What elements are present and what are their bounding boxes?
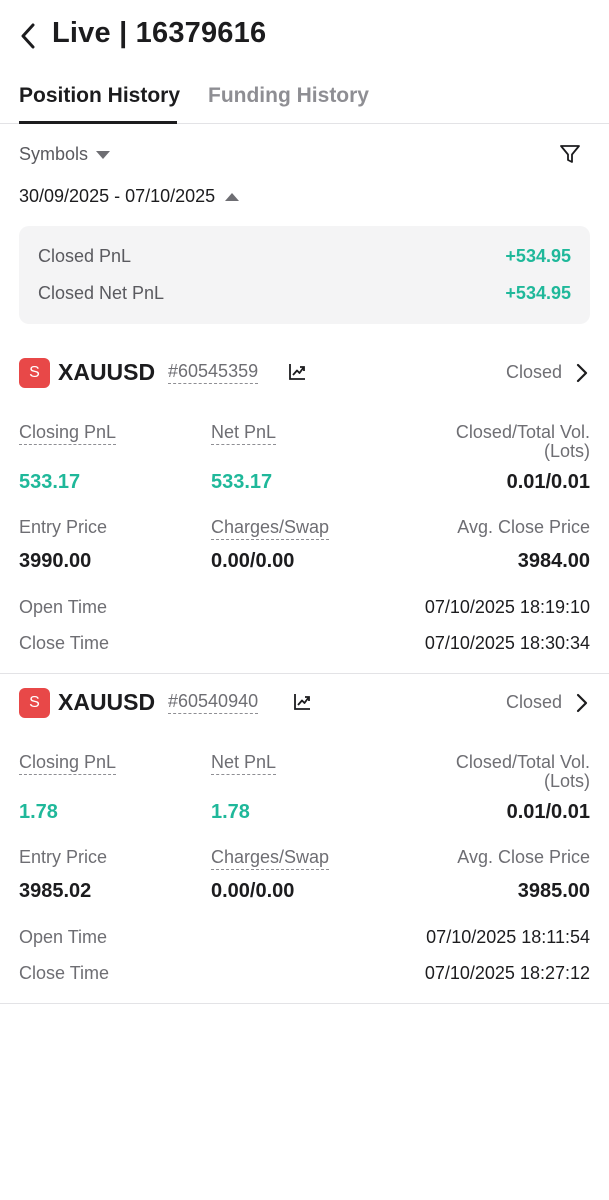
- charges-swap-value: 0.00/0.00: [211, 880, 295, 902]
- entry-price-value: 3990.00: [19, 550, 92, 572]
- details-button[interactable]: [574, 362, 590, 384]
- closing-pnl-value: 533.17: [19, 471, 81, 493]
- position-card-header: S XAUUSD #60545359 Closed: [19, 358, 590, 388]
- chart-icon: [294, 694, 310, 710]
- entry-price-label: Entry Price: [19, 517, 108, 537]
- closed-net-pnl-row: Closed Net PnL +534.95: [38, 283, 571, 304]
- closed-net-pnl-label: Closed Net PnL: [38, 283, 165, 303]
- tab-funding-history[interactable]: Funding History: [208, 84, 369, 124]
- symbol-name: XAUUSD: [58, 359, 156, 385]
- avg-close-price-label: Avg. Close Price: [457, 517, 590, 537]
- avg-close-price-value: 3984.00: [517, 550, 590, 572]
- closing-pnl-label: Closing PnL: [19, 752, 117, 775]
- chevron-right-icon: [576, 363, 588, 383]
- tab-bar: Position History Funding History: [0, 72, 609, 124]
- position-card-header: S XAUUSD #60540940 Closed: [19, 688, 590, 718]
- close-time-label: Close Time: [19, 963, 110, 983]
- close-time-label: Close Time: [19, 633, 110, 653]
- pnl-summary: Closed PnL +534.95 Closed Net PnL +534.9…: [19, 226, 590, 324]
- position-card[interactable]: S XAUUSD #60545359 Closed Closing PnL Ne…: [0, 344, 609, 674]
- active-tab-indicator: [19, 121, 177, 124]
- open-time-label: Open Time: [19, 927, 108, 947]
- symbol-name: XAUUSD: [58, 689, 156, 715]
- sell-badge: S: [19, 688, 50, 718]
- charges-swap-label: Charges/Swap: [211, 847, 330, 870]
- net-pnl-label: Net PnL: [211, 422, 277, 445]
- closed-pnl-value: +534.95: [505, 246, 571, 266]
- filter-icon: [560, 145, 580, 163]
- volume-value: 0.01/0.01: [506, 471, 590, 493]
- volume-label: Closed/Total Vol.: [455, 752, 590, 772]
- lots-label: (Lots): [543, 771, 590, 791]
- position-status: Closed: [505, 362, 562, 382]
- lots-label: (Lots): [543, 441, 590, 461]
- net-pnl-value: 533.17: [211, 471, 273, 493]
- close-time-value: 07/10/2025 18:27:12: [424, 963, 590, 983]
- closed-pnl-label: Closed PnL: [38, 246, 132, 266]
- charges-swap-value: 0.00/0.00: [211, 550, 295, 572]
- order-id[interactable]: #60540940: [168, 691, 259, 714]
- symbols-label: Symbols: [19, 144, 89, 164]
- closed-net-pnl-value: +534.95: [505, 283, 571, 303]
- net-pnl-label: Net PnL: [211, 752, 277, 775]
- back-button[interactable]: [14, 20, 42, 52]
- chart-button[interactable]: [292, 692, 312, 712]
- closing-pnl-value: 1.78: [19, 801, 58, 823]
- tab-position-history[interactable]: Position History: [19, 84, 180, 124]
- position-card[interactable]: S XAUUSD #60540940 Closed Closing PnL Ne…: [0, 674, 609, 1004]
- back-arrow-icon: [21, 23, 35, 49]
- entry-price-value: 3985.02: [19, 880, 92, 902]
- close-time-value: 07/10/2025 18:30:34: [424, 633, 590, 653]
- net-pnl-value: 1.78: [211, 801, 250, 823]
- chart-button[interactable]: [287, 362, 307, 382]
- position-status: Closed: [505, 692, 562, 712]
- caret-down-icon: [96, 150, 111, 159]
- charges-swap-label: Charges/Swap: [211, 517, 330, 540]
- order-id[interactable]: #60545359: [168, 361, 259, 384]
- filter-row: Symbols: [0, 136, 609, 174]
- open-time-label: Open Time: [19, 597, 108, 617]
- avg-close-price-value: 3985.00: [517, 880, 590, 902]
- open-time-value: 07/10/2025 18:11:54: [426, 927, 590, 947]
- open-time-value: 07/10/2025 18:19:10: [424, 597, 590, 617]
- page-title: Live | 16379616: [52, 17, 267, 49]
- date-range-text: 30/09/2025 - 07/10/2025: [19, 186, 216, 206]
- header: Live | 16379616: [0, 0, 609, 72]
- closed-pnl-row: Closed PnL +534.95: [38, 246, 571, 267]
- avg-close-price-label: Avg. Close Price: [457, 847, 590, 867]
- symbols-dropdown[interactable]: Symbols: [19, 144, 111, 165]
- chevron-right-icon: [576, 693, 588, 713]
- date-range-selector[interactable]: 30/09/2025 - 07/10/2025: [19, 186, 240, 207]
- volume-label: Closed/Total Vol.: [455, 422, 590, 442]
- caret-up-icon: [225, 192, 240, 201]
- chart-icon: [289, 364, 305, 380]
- closing-pnl-label: Closing PnL: [19, 422, 117, 445]
- volume-value: 0.01/0.01: [506, 801, 590, 823]
- filter-button[interactable]: [558, 142, 584, 168]
- details-button[interactable]: [574, 692, 590, 714]
- entry-price-label: Entry Price: [19, 847, 108, 867]
- sell-badge: S: [19, 358, 50, 388]
